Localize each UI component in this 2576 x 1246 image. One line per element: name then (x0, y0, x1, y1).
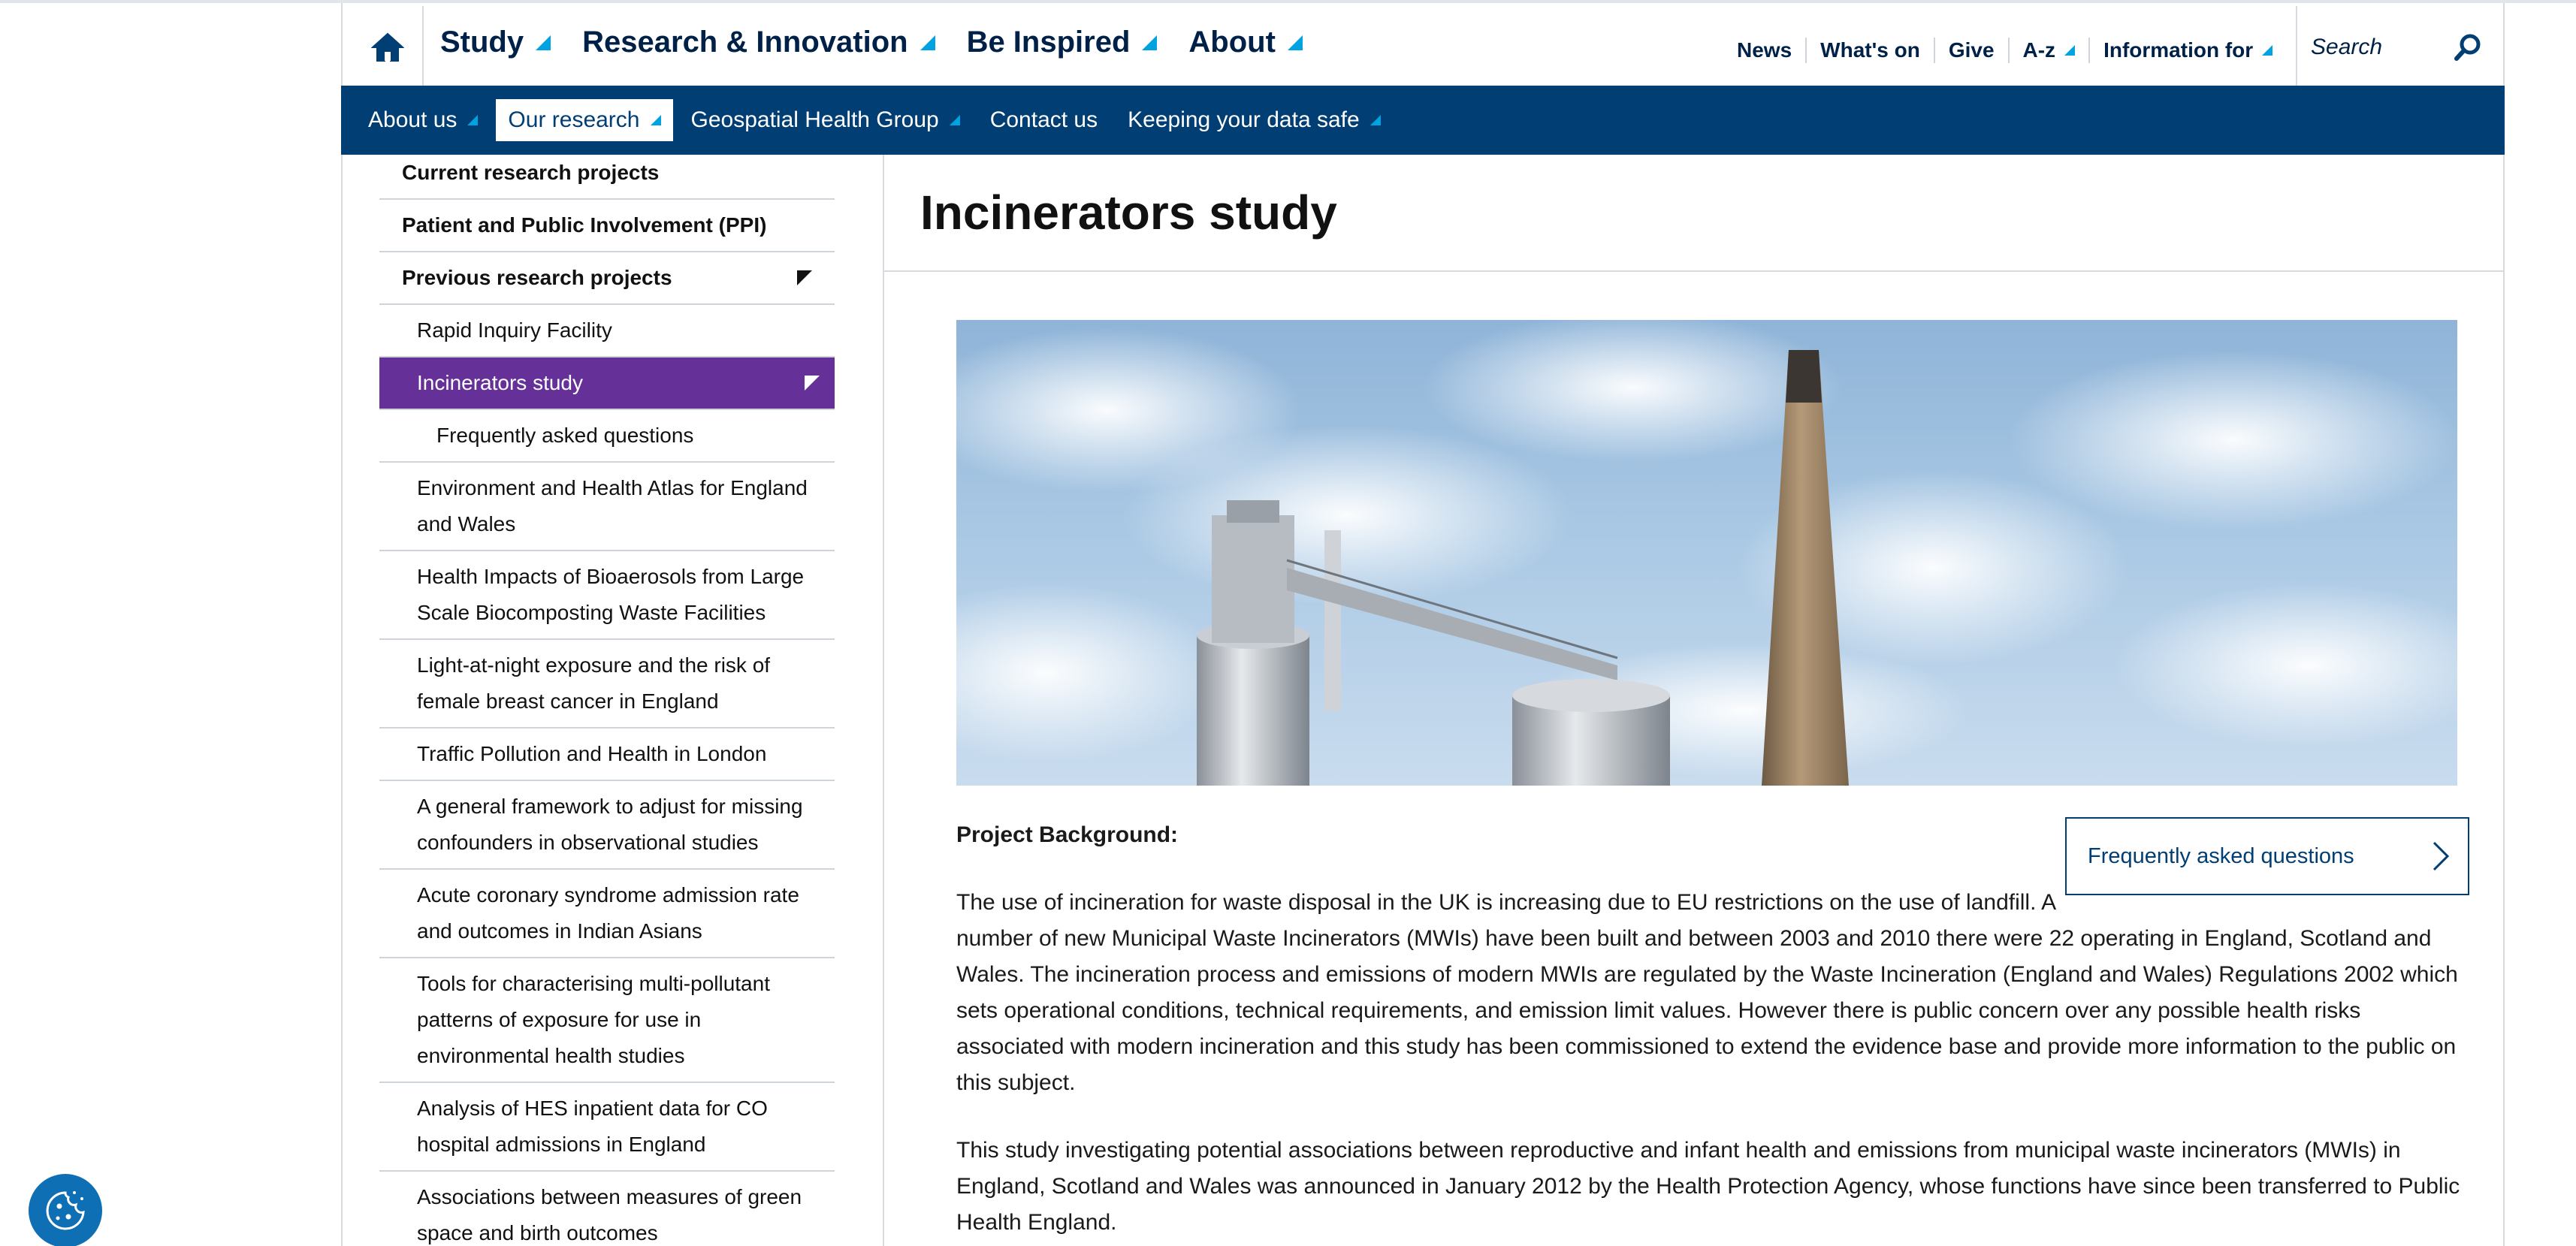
sidebar-item-label: Acute coronary syndrome admission rate a… (417, 883, 799, 943)
sidebar-item-light-at-night[interactable]: Light-at-night exposure and the risk of … (379, 640, 835, 729)
nav-be-inspired[interactable]: Be Inspired (967, 26, 1158, 59)
search-input[interactable]: Search (2311, 35, 2454, 60)
sidebar-item-label: Current research projects (402, 161, 660, 184)
sidebar-item-label: Associations between measures of green s… (417, 1185, 802, 1244)
nav-be-inspired-label: Be Inspired (966, 26, 1131, 59)
sidebar-item-label: Frequently asked questions (436, 424, 694, 447)
sidebar-item-current-research[interactable]: Current research projects (379, 155, 835, 200)
subnav-our-research-label: Our research (508, 107, 640, 132)
sidebar-navigation: Current research projects Patient and Pu… (379, 155, 835, 1246)
util-a-z-menu[interactable]: A-z (2010, 38, 2091, 63)
dropdown-triangle-icon (536, 35, 551, 50)
dropdown-triangle-icon (920, 35, 935, 50)
dropdown-triangle-icon (1370, 115, 1381, 125)
sidebar-item-label: Incinerators study (417, 371, 583, 394)
util-give-link[interactable]: Give (1935, 38, 2010, 63)
page-title: Incinerators study (920, 186, 1337, 240)
util-whats-on-link[interactable]: What's on (1807, 38, 1935, 63)
sidebar-item-multi-pollutant[interactable]: Tools for characterising multi-pollutant… (379, 958, 835, 1083)
sidebar-item-label: Environment and Health Atlas for England… (417, 476, 808, 536)
sidebar-item-rapid-inquiry[interactable]: Rapid Inquiry Facility (379, 305, 835, 358)
nav-study[interactable]: Study (440, 26, 551, 59)
sidebar-item-traffic-pollution[interactable]: Traffic Pollution and Health in London (379, 729, 835, 781)
sidebar-item-label: Previous research projects (402, 266, 672, 289)
subnav-keeping-data-safe-label: Keeping your data safe (1128, 107, 1360, 132)
dropdown-triangle-icon (2262, 45, 2273, 56)
main-content: Incinerators study Frequently asked ques… (883, 155, 2505, 1246)
nav-about-label: About (1188, 26, 1276, 59)
utility-navigation: News What's on Give A-z Information for (1728, 38, 2286, 63)
sidebar-item-missing-confounders[interactable]: A general framework to adjust for missin… (379, 781, 835, 870)
cookie-icon (46, 1191, 85, 1230)
sidebar-item-hes-inpatient[interactable]: Analysis of HES inpatient data for CO ho… (379, 1083, 835, 1172)
site-header: Study Research & Innovation Be Inspired … (0, 0, 2576, 89)
sidebar-item-green-space[interactable]: Associations between measures of green s… (379, 1172, 835, 1246)
util-information-for-menu[interactable]: Information for (2090, 38, 2286, 63)
dropdown-triangle-icon (1142, 35, 1158, 50)
sidebar-item-incinerators-study[interactable]: Incinerators study (379, 358, 835, 410)
subnav-geospatial-health-group[interactable]: Geospatial Health Group (679, 99, 972, 141)
hero-image-incinerator (956, 320, 2457, 786)
sidebar-item-label: Traffic Pollution and Health in London (417, 742, 767, 765)
util-whats-on-label: What's on (1820, 38, 1920, 62)
search-icon[interactable] (2454, 33, 2482, 62)
subnav-contact-us[interactable]: Contact us (978, 99, 1110, 141)
sidebar-item-bioaerosols[interactable]: Health Impacts of Bioaerosols from Large… (379, 551, 835, 640)
sidebar-item-health-atlas[interactable]: Environment and Health Atlas for England… (379, 463, 835, 551)
sidebar-item-ppi[interactable]: Patient and Public Involvement (PPI) (379, 200, 835, 252)
subnav-about-us[interactable]: About us (356, 99, 490, 141)
sidebar-item-label: Light-at-night exposure and the risk of … (417, 653, 771, 713)
sidebar-item-label: Health Impacts of Bioaerosols from Large… (417, 565, 805, 624)
page-title-area: Incinerators study (884, 155, 2505, 272)
nav-about[interactable]: About (1188, 26, 1303, 59)
sidebar-item-previous-research[interactable]: Previous research projects (379, 252, 835, 305)
subnav-keeping-data-safe[interactable]: Keeping your data safe (1116, 99, 1393, 141)
incinerator-illustration (956, 320, 2457, 786)
nav-study-label: Study (440, 26, 524, 59)
subnav-about-us-label: About us (368, 107, 458, 132)
subnav-our-research[interactable]: Our research (496, 99, 673, 141)
dropdown-triangle-icon (1287, 35, 1303, 50)
faq-button-spacer (2068, 817, 2474, 907)
sidebar-item-label: Tools for characterising multi-pollutant… (417, 972, 770, 1067)
main-navigation: Study Research & Innovation Be Inspired … (440, 26, 1303, 59)
section-navigation: About us Our research Geospatial Health … (341, 86, 2505, 155)
article-body: Project Background: The use of incinerat… (956, 817, 2474, 1246)
util-give-label: Give (1948, 38, 1995, 62)
util-news-link[interactable]: News (1728, 38, 1807, 63)
subnav-contact-us-label: Contact us (989, 107, 1098, 132)
sidebar-item-faq[interactable]: Frequently asked questions (379, 410, 835, 463)
expand-corner-icon (805, 376, 820, 391)
sidebar-item-label: Rapid Inquiry Facility (417, 318, 612, 342)
dropdown-triangle-icon (650, 115, 661, 125)
sidebar-item-label: A general framework to adjust for missin… (417, 795, 803, 854)
sidebar-item-label: Analysis of HES inpatient data for CO ho… (417, 1097, 768, 1156)
paragraph: This study investigating potential assoc… (956, 1138, 2460, 1235)
expand-corner-icon (797, 270, 812, 285)
dropdown-triangle-icon (2064, 45, 2076, 56)
dropdown-triangle-icon (949, 115, 960, 125)
search-box[interactable]: Search (2296, 6, 2499, 89)
sidebar-item-acute-coronary[interactable]: Acute coronary syndrome admission rate a… (379, 870, 835, 958)
nav-research-innovation[interactable]: Research & Innovation (582, 26, 935, 59)
util-information-for-label: Information for (2103, 38, 2254, 62)
cookie-settings-button[interactable] (29, 1174, 102, 1246)
home-button[interactable] (353, 6, 424, 89)
sidebar-item-label: Patient and Public Involvement (PPI) (402, 213, 767, 237)
util-a-z-label: A-z (2022, 38, 2056, 62)
paragraph: The use of incineration for waste dispos… (956, 890, 2458, 1095)
util-news-label: News (1737, 38, 1792, 62)
subnav-geospatial-label: Geospatial Health Group (690, 107, 939, 132)
dropdown-triangle-icon (467, 115, 479, 125)
nav-research-label: Research & Innovation (582, 26, 908, 59)
home-icon (371, 32, 404, 62)
